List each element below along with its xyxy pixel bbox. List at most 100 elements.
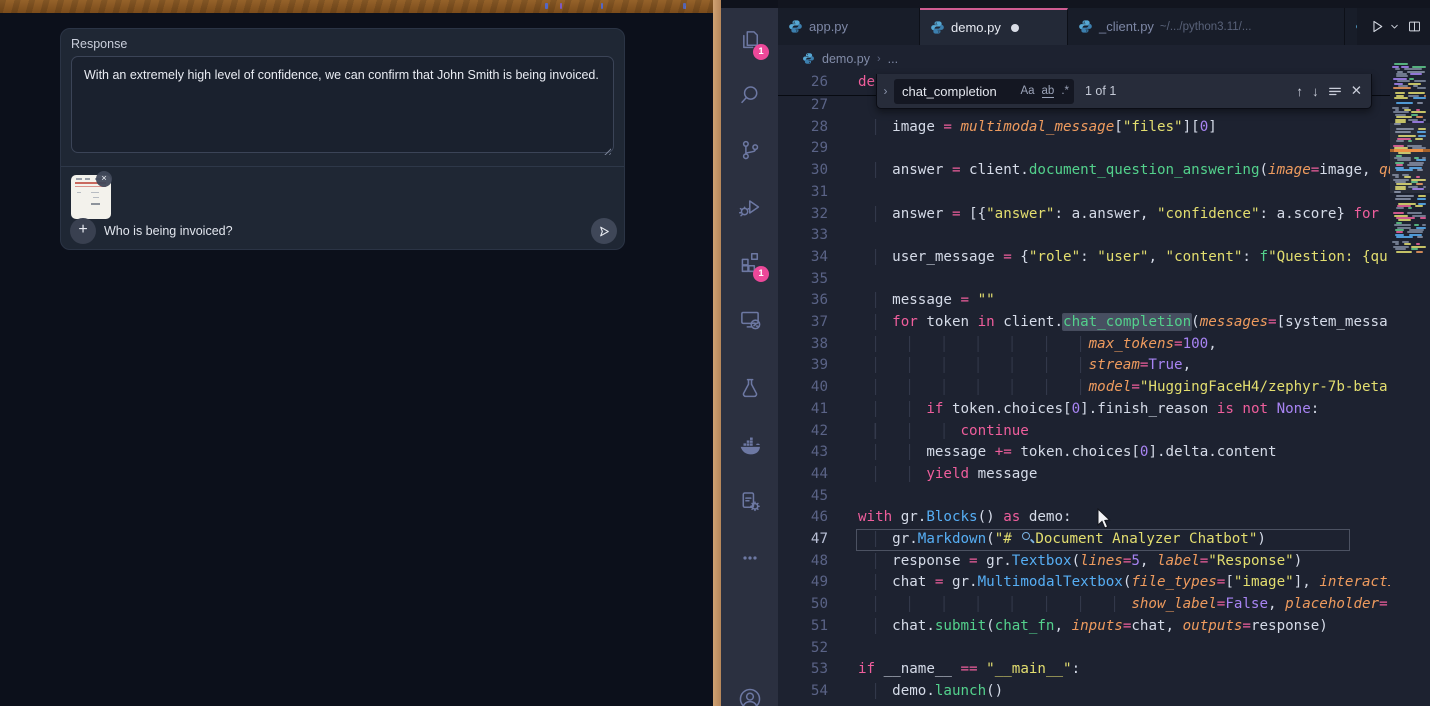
code-line-52[interactable]: 52 [778, 638, 1390, 660]
activitybar-testing-button[interactable] [721, 365, 778, 411]
line-number: 34 [778, 247, 828, 269]
line-number: 53 [778, 659, 828, 681]
code-editor[interactable]: 2728 image = multimodal_message["files"]… [778, 72, 1430, 706]
code-line-42[interactable]: 42 continue [778, 421, 1390, 443]
breadcrumb[interactable]: demo.py › ... [778, 45, 1430, 72]
remote-explorer-icon [737, 306, 763, 332]
line-number: 43 [778, 442, 828, 464]
line-number: 39 [778, 355, 828, 377]
browser-top-bar [0, 0, 713, 13]
vscode-window: 11 app.pydemo.py_client.py~/.../python3.… [721, 0, 1430, 706]
code-line-text: for token in client.chat_completion(mess… [858, 312, 1388, 334]
find-widget-expand-chevron-icon[interactable]: › [877, 74, 894, 108]
top-bar-speck [601, 3, 603, 9]
card-divider [61, 166, 624, 167]
code-line-39[interactable]: 39 stream=True, [778, 355, 1390, 377]
tab-demo.py[interactable]: demo.py [920, 8, 1068, 45]
testing-icon [737, 375, 763, 401]
activity-bar: 11 [721, 8, 778, 706]
add-file-button[interactable]: + [70, 218, 96, 244]
code-line-34[interactable]: 34 user_message = {"role": "user", "cont… [778, 247, 1390, 269]
line-number: 27 [778, 95, 828, 117]
send-button[interactable] [591, 218, 617, 244]
activitybar-docker-button[interactable] [721, 422, 778, 468]
run-dropdown-chevron-icon[interactable] [1389, 21, 1400, 32]
code-line-53[interactable]: 53if __name__ == "__main__": [778, 659, 1390, 681]
line-number: 33 [778, 225, 828, 247]
search-icon [737, 82, 763, 108]
activitybar-remote-explorer-button[interactable] [721, 296, 778, 342]
code-line-31[interactable]: 31 [778, 182, 1390, 204]
code-line-45[interactable]: 45 [778, 486, 1390, 508]
minimap[interactable] [1390, 45, 1430, 285]
remove-attachment-button[interactable]: × [96, 171, 112, 187]
run-button[interactable] [1369, 18, 1386, 35]
code-line-38[interactable]: 38 max_tokens=100, [778, 334, 1390, 356]
line-number: 26 [778, 72, 828, 94]
code-line-55[interactable]: 55 [778, 703, 1390, 706]
code-line-32[interactable]: 32 answer = [{"answer": a.answer, "confi… [778, 204, 1390, 226]
minimap-slider[interactable] [1390, 123, 1430, 193]
code-line-47[interactable]: 47 gr.Markdown("# Document Analyzer Chat… [778, 529, 1390, 551]
find-query[interactable]: chat_completion [902, 84, 1013, 99]
screen: Response With an extremely high level of… [0, 0, 1430, 706]
code-line-48[interactable]: 48 response = gr.Textbox(lines=5, label=… [778, 551, 1390, 573]
code-line-text: image = multimodal_message["files"][0] [858, 117, 1217, 139]
activitybar-search-button[interactable] [721, 72, 778, 118]
code-line-30[interactable]: 30 answer = client.document_question_ans… [778, 160, 1390, 182]
activitybar-explorer-button[interactable]: 1 [721, 17, 778, 63]
split-editor-button[interactable] [1407, 19, 1422, 34]
response-textarea[interactable]: With an extremely high level of confiden… [71, 56, 614, 153]
activitybar-more-button[interactable] [721, 535, 778, 581]
next-match-button[interactable]: ↓ [1312, 84, 1319, 99]
code-line-40[interactable]: 40 model="HuggingFaceH4/zephyr-7b-beta [778, 377, 1390, 399]
previous-match-button[interactable]: ↑ [1296, 84, 1303, 99]
code-line-36[interactable]: 36 message = "" [778, 290, 1390, 312]
regex-toggle[interactable]: .* [1061, 85, 1069, 97]
badge: 1 [753, 266, 769, 282]
code-line-28[interactable]: 28 image = multimodal_message["files"][0… [778, 117, 1390, 139]
code-line-50[interactable]: 50 show_label=False, placeholder= [778, 594, 1390, 616]
code-line-51[interactable]: 51 chat.submit(chat_fn, inputs=chat, out… [778, 616, 1390, 638]
activitybar-account-button[interactable] [721, 676, 778, 706]
chat-input[interactable]: Who is being invoiced? [104, 224, 233, 238]
find-input[interactable]: chat_completion Aa ab .* [894, 79, 1074, 104]
code-line-text: gr.Markdown("# Document Analyzer Chatbot… [858, 529, 1266, 551]
close-find-button[interactable]: ✕ [1351, 83, 1362, 99]
whole-word-toggle[interactable]: ab [1042, 85, 1055, 98]
activitybar-container-tools-button[interactable] [721, 478, 778, 524]
activitybar-run-debug-button[interactable] [721, 184, 778, 230]
chevron-right-icon: › [877, 53, 881, 65]
code-line-text: chat = gr.MultimodalTextbox(file_types=[… [858, 572, 1390, 594]
window-edge [713, 0, 721, 706]
activitybar-extensions-button[interactable]: 1 [721, 239, 778, 285]
editor-actions [1357, 8, 1430, 45]
activitybar-source-control-button[interactable] [721, 127, 778, 173]
code-line-text: max_tokens=100, [858, 334, 1217, 356]
breadcrumb-rest[interactable]: ... [888, 52, 898, 66]
top-bar-speck [545, 3, 548, 9]
code-line-29[interactable]: 29 [778, 138, 1390, 160]
code-line-33[interactable]: 33 [778, 225, 1390, 247]
match-case-toggle[interactable]: Aa [1020, 85, 1034, 97]
code-line-46[interactable]: 46with gr.Blocks() as demo: [778, 507, 1390, 529]
response-text: With an extremely high level of confiden… [84, 68, 599, 82]
code-line-37[interactable]: 37 for token in client.chat_completion(m… [778, 312, 1390, 334]
find-widget-buttons: ↑ ↓ ✕ [1296, 83, 1362, 99]
line-number: 51 [778, 616, 828, 638]
code-line-43[interactable]: 43 message += token.choices[0].delta.con… [778, 442, 1390, 464]
code-line-54[interactable]: 54 demo.launch() [778, 681, 1390, 703]
breadcrumb-file[interactable]: demo.py [822, 52, 870, 66]
code-line-41[interactable]: 41 if token.choices[0].finish_reason is … [778, 399, 1390, 421]
code-line-text: show_label=False, placeholder= [858, 594, 1388, 616]
tab-app.py[interactable]: app.py [778, 8, 920, 45]
code-line-text: demo.launch() [858, 681, 1003, 703]
tab-_client.py[interactable]: _client.py~/.../python3.11/... [1068, 8, 1345, 45]
code-line-35[interactable]: 35 [778, 269, 1390, 291]
code-line-text: message += token.choices[0].delta.conten… [858, 442, 1277, 464]
code-line-49[interactable]: 49 chat = gr.MultimodalTextbox(file_type… [778, 572, 1390, 594]
code-line-44[interactable]: 44 yield message [778, 464, 1390, 486]
tab-label: demo.py [951, 20, 1001, 35]
line-number: 55 [778, 703, 828, 706]
find-in-selection-button[interactable] [1328, 84, 1342, 98]
